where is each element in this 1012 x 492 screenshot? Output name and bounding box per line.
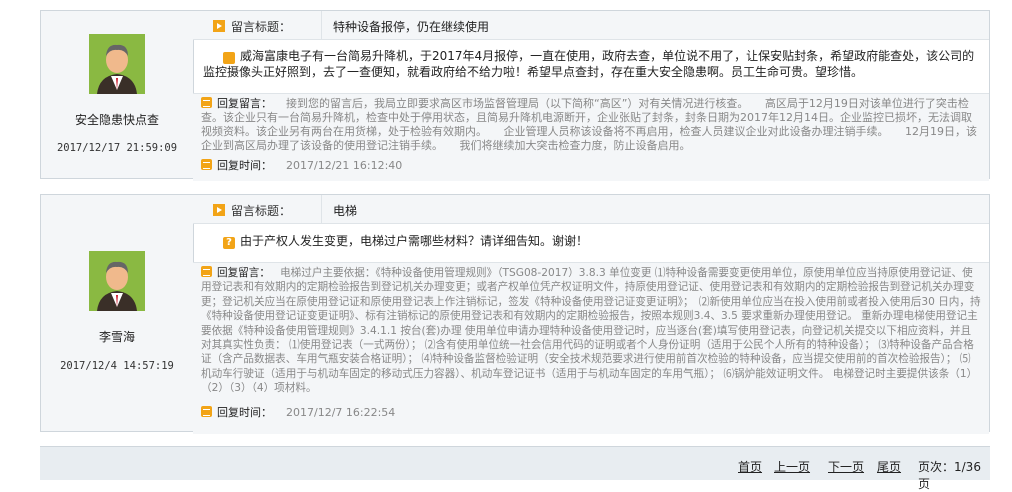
- arrow-icon: [213, 204, 225, 216]
- time-label: 回复时间：: [217, 406, 272, 419]
- time-label: 回复时间：: [217, 159, 272, 172]
- user-panel: 安全隐患快点查 2017/12/17 21:59:09: [41, 11, 194, 178]
- reply-text: 回复留言： 电梯过户主要依据：《特种设备使用管理规则》（TSG08-2017）3…: [201, 266, 981, 395]
- user-panel: 李雪海 2017/12/4 14:57:19: [41, 195, 194, 431]
- title-row: 留言标题： 电梯: [193, 195, 989, 224]
- reply-section: 回复留言： 电梯过户主要依据：《特种设备使用管理规则》（TSG08-2017）3…: [193, 262, 989, 434]
- arrow-icon: [213, 20, 225, 32]
- username: 李雪海: [98, 330, 135, 344]
- last-page-link[interactable]: 尾页: [877, 458, 901, 475]
- post-date: 2017/12/17 21:59:09: [56, 142, 178, 154]
- title-label: 留言标题：: [231, 20, 292, 34]
- avatar: [89, 251, 145, 311]
- clock-icon: [201, 406, 212, 417]
- reply-text: 回复留言： 接到您的留言后，我局立即要求高区市场监督管理局（以下简称“高区”）对…: [201, 97, 977, 152]
- question-text: ?威海富康电子有一台简易升降机，于2017年4月报停，一直在使用，政府去查，单位…: [203, 49, 975, 79]
- reply-label: 回复留言：: [217, 97, 272, 110]
- clock-icon: [201, 159, 212, 170]
- reply-icon: [201, 97, 212, 108]
- message-title: 特种设备报停，仍在继续使用: [333, 20, 490, 34]
- next-page-link[interactable]: 下一页: [828, 458, 864, 475]
- username: 安全隐患快点查: [74, 113, 159, 127]
- first-page-link[interactable]: 首页: [738, 458, 762, 475]
- message-card: 李雪海 2017/12/4 14:57:19 留言标题： 电梯 ? 由于产权人发生…: [40, 194, 990, 434]
- reply-label: 回复留言：: [217, 267, 270, 279]
- pagination: 首页 上一页 下一页 尾页 页次：1/36页: [40, 446, 990, 491]
- page-info: 页次：1/36页: [918, 460, 981, 491]
- question-icon: ?: [223, 237, 235, 249]
- message-card: 安全隐患快点查 2017/12/17 21:59:09 留言标题： 特种设备报停…: [40, 10, 990, 181]
- title-label: 留言标题：: [231, 204, 292, 218]
- question-text: ? 由于产权人发生变更，电梯过户需哪些材料？请详细告知。谢谢！: [223, 233, 979, 249]
- post-date: 2017/12/4 14:57:19: [60, 360, 174, 372]
- reply-section: 回复留言： 接到您的留言后，我局立即要求高区市场监督管理局（以下简称“高区”）对…: [193, 93, 989, 181]
- title-row: 留言标题： 特种设备报停，仍在继续使用: [193, 11, 989, 40]
- message-title: 电梯: [333, 204, 358, 218]
- reply-icon: [201, 266, 212, 277]
- question-icon: ?: [223, 52, 249, 64]
- reply-time: 回复时间： 2017/12/21 16:12:40: [201, 157, 402, 173]
- avatar: [89, 34, 145, 94]
- prev-page-link[interactable]: 上一页: [774, 458, 810, 475]
- reply-time: 回复时间： 2017/12/7 16:22:54: [201, 404, 395, 420]
